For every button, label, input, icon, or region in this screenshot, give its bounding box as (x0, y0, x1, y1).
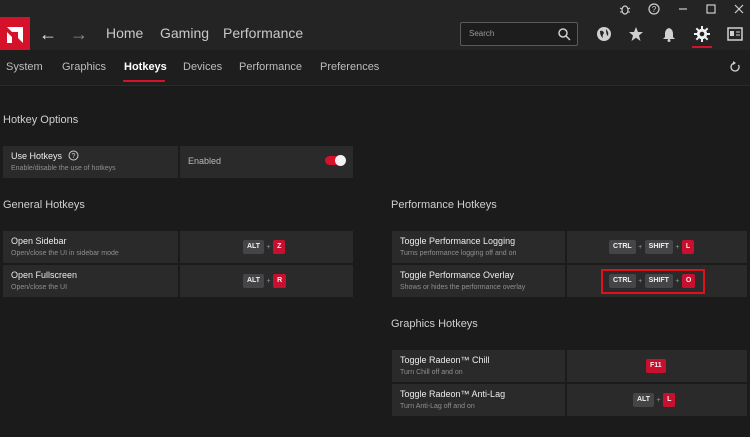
section-title-performance-hotkeys: Performance Hotkeys (391, 199, 497, 211)
tab-graphics[interactable]: Graphics (62, 61, 106, 73)
use-hotkeys-toggle[interactable] (325, 155, 346, 166)
bug-icon[interactable] (619, 3, 631, 15)
hotkey-title: Open Fullscreen (11, 270, 78, 280)
use-hotkeys-row: Use Hotkeys ? Enable/disable the use of … (3, 146, 353, 178)
hotkey-combo[interactable]: ALT + L (633, 393, 676, 407)
plus-sign: + (656, 396, 661, 404)
tab-system[interactable]: System (6, 61, 43, 73)
tab-active-indicator (123, 80, 165, 82)
hotkey-desc: Shows or hides the performance overlay (400, 284, 526, 291)
key-cap: ALT (243, 240, 265, 254)
tab-performance[interactable]: Performance (239, 61, 302, 73)
highlight-box (601, 269, 705, 294)
plus-sign: + (266, 243, 271, 251)
plus-sign: + (266, 277, 271, 285)
back-arrow-icon[interactable]: ← (39, 24, 57, 44)
section-title-general-hotkeys: General Hotkeys (3, 199, 85, 211)
row-divider (565, 384, 567, 416)
account-icon[interactable] (727, 26, 743, 42)
hotkey-combo[interactable]: CTRL + SHIFT + L (609, 240, 695, 254)
hotkey-title: Toggle Radeon™ Anti-Lag (400, 389, 506, 399)
plus-sign: + (638, 243, 643, 251)
key-cap: L (681, 240, 695, 254)
tab-devices[interactable]: Devices (183, 61, 222, 73)
search-placeholder: Search (469, 29, 495, 38)
amd-logo-icon (7, 27, 23, 43)
row-divider (565, 350, 567, 382)
bell-icon[interactable] (661, 26, 677, 42)
hotkey-desc: Open/close the UI (11, 284, 68, 291)
row-divider (178, 231, 180, 263)
hotkey-row-toggle-radeon-chill: Toggle Radeon™ Chill Turn Chill off and … (392, 350, 747, 382)
search-icon[interactable] (557, 27, 571, 41)
minimize-icon[interactable] (677, 3, 689, 15)
hotkey-combo[interactable]: ALT + R (243, 274, 287, 288)
forward-arrow-icon[interactable]: → (70, 24, 88, 44)
maximize-icon[interactable] (705, 3, 717, 15)
row-divider (178, 146, 180, 178)
info-icon[interactable]: ? (68, 150, 79, 161)
hotkey-row-open-fullscreen: Open Fullscreen Open/close the UI ALT + … (3, 265, 353, 297)
svg-text:?: ? (652, 5, 657, 14)
help-icon[interactable]: ? (648, 3, 660, 15)
plus-sign: + (675, 243, 680, 251)
hotkey-desc: Open/close the UI in sidebar mode (11, 250, 119, 257)
nav-performance[interactable]: Performance (223, 25, 303, 41)
use-hotkeys-status: Enabled (188, 156, 222, 166)
row-divider (178, 265, 180, 297)
search-input[interactable]: Search (460, 22, 578, 46)
key-cap: R (273, 274, 287, 288)
settings-active-indicator (692, 46, 712, 48)
close-icon[interactable] (733, 3, 745, 15)
globe-icon[interactable] (596, 26, 612, 42)
hotkey-desc: Turns performance logging off and on (400, 250, 517, 257)
key-cap: F11 (646, 359, 666, 373)
hotkey-row-toggle-radeon-anti-lag: Toggle Radeon™ Anti-Lag Turn Anti-Lag of… (392, 384, 747, 416)
reset-icon[interactable] (729, 61, 741, 73)
hotkey-title: Toggle Radeon™ Chill (400, 355, 490, 365)
key-cap: ALT (243, 274, 265, 288)
key-cap: CTRL (609, 240, 636, 254)
row-divider (565, 231, 567, 263)
key-cap: Z (273, 240, 286, 254)
section-title-hotkey-options: Hotkey Options (3, 114, 79, 126)
hotkey-title: Toggle Performance Logging (400, 236, 516, 246)
hotkey-row-toggle-performance-logging: Toggle Performance Logging Turns perform… (392, 231, 747, 263)
row-divider (565, 265, 567, 297)
section-title-graphics-hotkeys: Graphics Hotkeys (391, 318, 478, 330)
star-icon[interactable] (628, 26, 644, 42)
hotkey-title: Open Sidebar (11, 236, 67, 246)
use-hotkeys-title: Use Hotkeys (11, 151, 63, 161)
nav-home[interactable]: Home (106, 25, 143, 41)
hotkey-desc: Turn Anti-Lag off and on (400, 403, 475, 410)
tab-preferences[interactable]: Preferences (320, 61, 379, 73)
hotkey-desc: Turn Chill off and on (400, 369, 463, 376)
svg-text:?: ? (72, 153, 76, 160)
use-hotkeys-desc: Enable/disable the use of hotkeys (11, 165, 116, 172)
tab-hotkeys[interactable]: Hotkeys (124, 61, 167, 73)
hotkey-combo[interactable]: F11 (646, 359, 666, 373)
nav-gaming[interactable]: Gaming (160, 25, 209, 41)
hotkey-combo[interactable]: ALT + Z (243, 240, 286, 254)
key-cap: L (663, 393, 676, 407)
amd-logo[interactable] (0, 17, 30, 53)
gear-icon[interactable] (694, 26, 710, 42)
key-cap: ALT (633, 393, 655, 407)
toggle-knob (335, 155, 346, 166)
hotkey-row-open-sidebar: Open Sidebar Open/close the UI in sideba… (3, 231, 353, 263)
key-cap: SHIFT (644, 240, 673, 254)
hotkey-title: Toggle Performance Overlay (400, 270, 515, 280)
